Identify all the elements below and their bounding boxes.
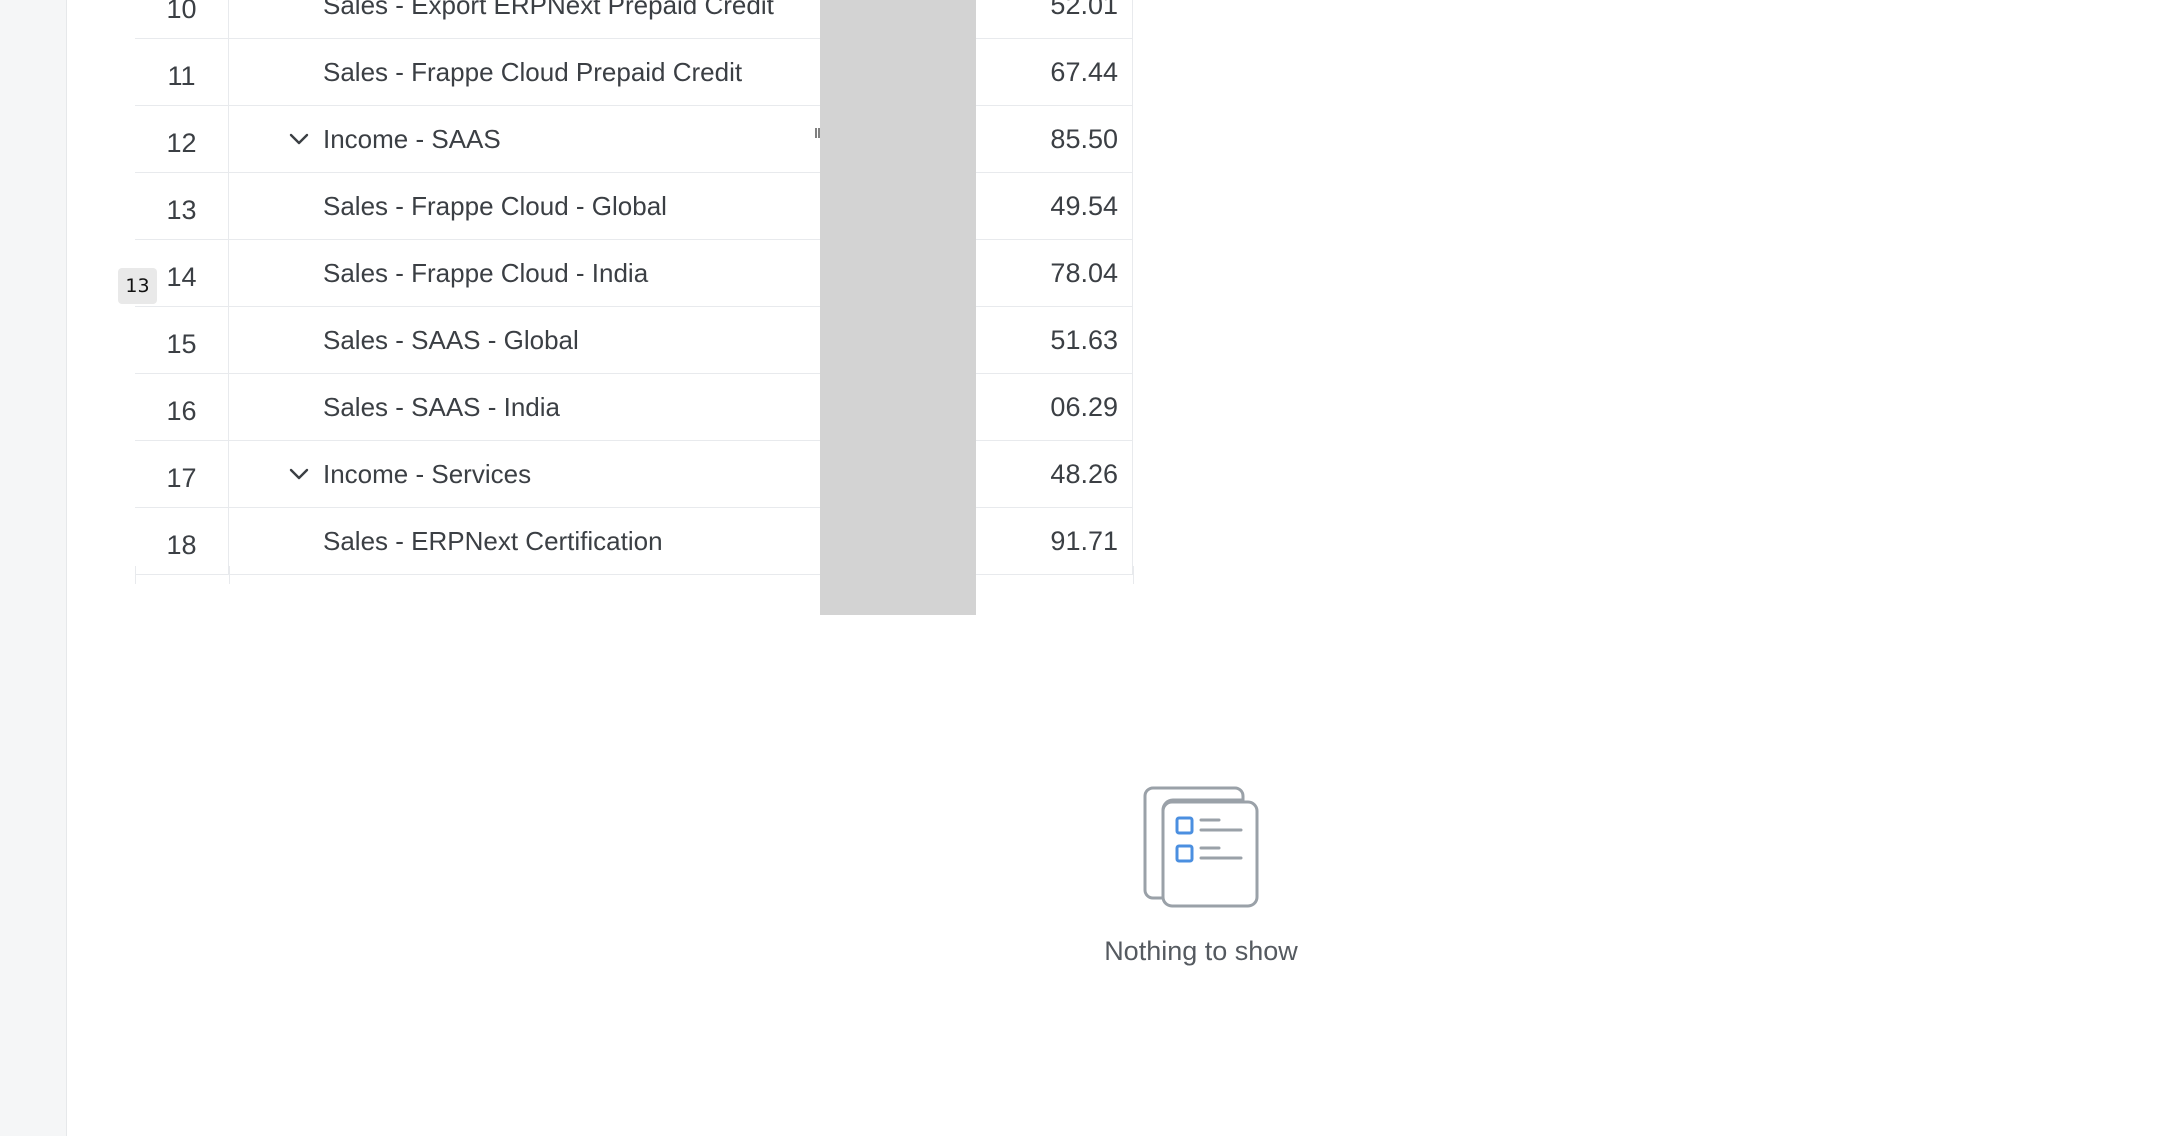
row-number: 11	[135, 39, 229, 105]
account-name: Sales - Frappe Cloud - India	[323, 257, 649, 288]
report-panel: 10 Sales - Export ERPNext Prepaid Credit…	[66, 0, 2180, 1136]
account-name: Sales - Export ERPNext Prepaid Credit	[323, 0, 774, 20]
amount-cell[interactable]: 67.44	[1050, 39, 1133, 105]
account-cell[interactable]: Sales - SAAS - India	[229, 374, 831, 440]
row-number: 12	[135, 106, 229, 172]
row-number: 15	[135, 307, 229, 373]
account-cell[interactable]: Sales - Export ERPNext Prepaid Credit	[229, 0, 831, 38]
amount-cell[interactable]: 51.63	[1050, 307, 1133, 373]
table-row[interactable]: 15 Sales - SAAS - Global 51.63	[135, 307, 1133, 374]
grid-tail	[135, 566, 1134, 584]
amount-cell[interactable]: 85.50	[1050, 106, 1133, 172]
account-name: Sales - Frappe Cloud - Global	[323, 190, 667, 221]
table-row[interactable]: 10 Sales - Export ERPNext Prepaid Credit…	[135, 0, 1133, 39]
table-row[interactable]: 17 Income - Services 48.26	[135, 441, 1133, 508]
table-row[interactable]: 14 Sales - Frappe Cloud - India 78.04	[135, 240, 1133, 307]
account-name: Sales - Frappe Cloud Prepaid Credit	[323, 56, 743, 87]
column-resize-handle[interactable]	[815, 126, 820, 140]
amount-cell[interactable]: 48.26	[1050, 441, 1133, 507]
table-row[interactable]: 12 Income - SAAS 85.50	[135, 106, 1133, 173]
chevron-down-icon[interactable]	[289, 461, 323, 487]
selection-overlay	[820, 0, 976, 615]
report-grid: 10 Sales - Export ERPNext Prepaid Credit…	[135, 0, 1133, 575]
chevron-down-icon[interactable]	[289, 126, 323, 152]
account-cell[interactable]: Income - SAAS	[229, 106, 831, 172]
amount-cell[interactable]: 06.29	[1050, 374, 1133, 440]
amount-cell[interactable]: 91.71	[1050, 508, 1133, 574]
amount-cell[interactable]: 78.04	[1050, 240, 1133, 306]
account-name: Sales - SAAS - India	[323, 391, 560, 422]
grid-line	[1133, 566, 1134, 584]
table-row[interactable]: 16 Sales - SAAS - India 06.29	[135, 374, 1133, 441]
amount-cell[interactable]: 49.54	[1050, 173, 1133, 239]
row-number: 16	[135, 374, 229, 440]
account-name: Income - SAAS	[323, 123, 501, 154]
empty-state: Nothing to show	[1033, 786, 1369, 967]
account-name: Income - Services	[323, 458, 532, 489]
row-number: 18	[135, 508, 229, 574]
account-name: Sales - SAAS - Global	[323, 324, 579, 355]
account-cell[interactable]: Income - Services	[229, 441, 831, 507]
row-number-tooltip: 13	[118, 268, 157, 304]
empty-message: Nothing to show	[1104, 936, 1298, 966]
account-cell[interactable]: Sales - Frappe Cloud - Global	[229, 173, 831, 239]
row-number: 13	[135, 173, 229, 239]
account-name: Sales - ERPNext Certification	[323, 525, 663, 556]
grid-line	[229, 566, 230, 584]
account-cell[interactable]: Sales - ERPNext Certification	[229, 508, 831, 574]
account-cell[interactable]: Sales - Frappe Cloud - India	[229, 240, 831, 306]
table-row[interactable]: 13 Sales - Frappe Cloud - Global 49.54	[135, 173, 1133, 240]
grid-line	[135, 566, 136, 584]
table-row[interactable]: 11 Sales - Frappe Cloud Prepaid Credit 6…	[135, 39, 1133, 106]
empty-list-icon	[1143, 786, 1259, 908]
row-number: 17	[135, 441, 229, 507]
amount-cell[interactable]: 52.01	[1050, 0, 1133, 38]
table-row[interactable]: 18 Sales - ERPNext Certification 91.71	[135, 508, 1133, 575]
account-cell[interactable]: Sales - Frappe Cloud Prepaid Credit	[229, 39, 831, 105]
row-number: 10	[135, 0, 229, 38]
account-cell[interactable]: Sales - SAAS - Global	[229, 307, 831, 373]
